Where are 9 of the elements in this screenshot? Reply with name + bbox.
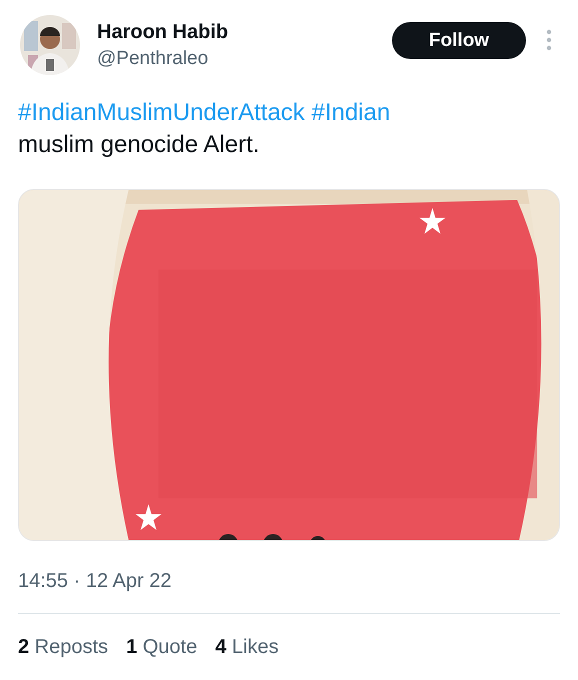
author-name[interactable]: Haroon Habib (97, 21, 228, 44)
author-handle[interactable]: @Penthraleo (97, 48, 228, 70)
stat-link[interactable]: 1 Quote (126, 636, 198, 659)
stat-link[interactable]: 2 Reposts (18, 636, 108, 659)
more-options-icon[interactable] (546, 29, 552, 51)
stat-link[interactable]: 4 Likes (215, 636, 279, 659)
tweet-text: #IndianMuslimUnderAttack #Indian muslim genocide Alert. (18, 98, 392, 160)
timestamp[interactable]: 14:55 · 12 Apr 22 (18, 570, 172, 593)
follow-button[interactable]: Follow (392, 22, 526, 59)
